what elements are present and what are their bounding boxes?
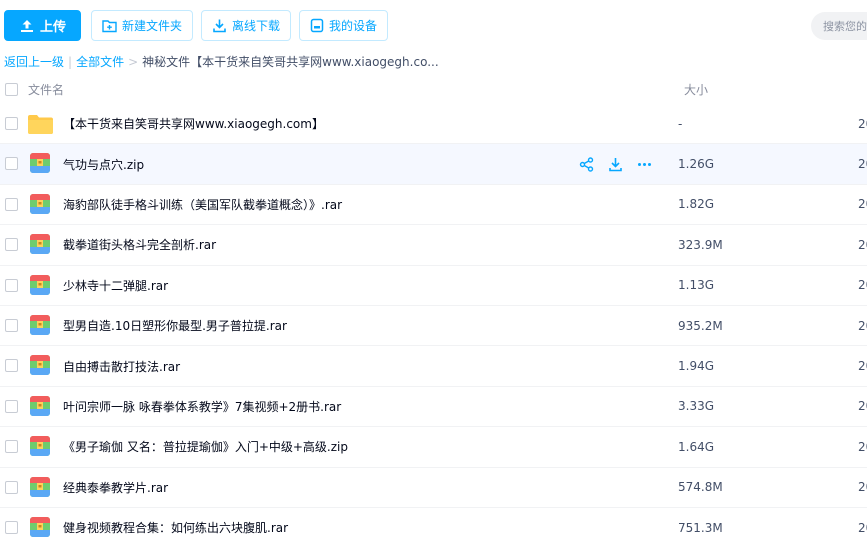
archive-icon: [30, 153, 50, 174]
current-folder: 神秘文件【本干货来自笑哥共享网www.xiaogegh.co...: [142, 55, 439, 69]
upload-icon: [21, 19, 33, 32]
archive-icon: [30, 274, 50, 295]
my-devices-label: 我的设备: [329, 19, 378, 33]
file-size: 1.94G: [678, 359, 715, 374]
row-checkbox[interactable]: [5, 278, 18, 292]
row-checkbox[interactable]: [5, 440, 18, 454]
file-size: 935.2M: [678, 318, 723, 333]
device-icon: [310, 18, 324, 33]
archive-icon: [30, 193, 50, 214]
share-icon[interactable]: [578, 156, 595, 173]
new-folder-button[interactable]: 新建文件夹: [91, 10, 194, 41]
file-size: 751.3M: [678, 520, 723, 535]
offline-download-label: 离线下载: [232, 19, 281, 33]
archive-icon: [30, 314, 50, 335]
download-icon[interactable]: [607, 156, 624, 173]
file-row-archive[interactable]: 型男自造.10日塑形你最型.男子普拉提.rar 935.2M 20: [0, 306, 867, 347]
row-checkbox[interactable]: [5, 117, 18, 130]
search-input[interactable]: 搜索您的: [811, 12, 867, 40]
file-name[interactable]: 气功与点穴.zip: [63, 156, 144, 173]
file-row-archive[interactable]: 截拳道街头格斗完全剖析.rar 323.9M 20: [0, 225, 867, 266]
file-date: 20: [858, 480, 867, 495]
file-name[interactable]: 叶问宗师一脉 咏春拳体系教学》7集视频+2册书.rar: [63, 398, 341, 415]
file-date: 20: [858, 318, 867, 333]
more-icon[interactable]: [636, 156, 653, 173]
breadcrumb-separator: |: [68, 54, 73, 69]
file-date: 20: [858, 439, 867, 454]
file-date: 20: [858, 520, 867, 535]
row-checkbox[interactable]: [5, 238, 18, 252]
toolbar: 上传 新建文件夹 离线下载 我的设备 搜索您的: [4, 10, 867, 41]
file-date: 20: [858, 157, 867, 172]
file-name[interactable]: 《男子瑜伽 又名：普拉提瑜伽》入门+中级+高级.zip: [63, 438, 348, 455]
file-name[interactable]: 经典泰拳教学片.rar: [63, 479, 168, 496]
row-checkbox[interactable]: [5, 157, 18, 171]
file-date: 20: [858, 237, 867, 252]
archive-icon: [30, 234, 50, 255]
list-header: 文件名 大小: [0, 78, 867, 100]
file-name[interactable]: 少林寺十二弹腿.rar: [63, 277, 168, 294]
file-row-archive[interactable]: 经典泰拳教学片.rar 574.8M 20: [0, 468, 867, 508]
search-placeholder: 搜索您的: [823, 20, 867, 33]
file-name[interactable]: 型男自造.10日塑形你最型.男子普拉提.rar: [63, 317, 287, 334]
file-size: 323.9M: [678, 237, 723, 252]
breadcrumb-arrow: >: [128, 54, 139, 69]
file-row-archive[interactable]: 《男子瑜伽 又名：普拉提瑜伽》入门+中级+高级.zip 1.64G 20: [0, 427, 867, 468]
file-size: 1.64G: [678, 439, 715, 454]
file-size: 1.13G: [678, 278, 715, 293]
back-link[interactable]: 返回上一级: [4, 53, 64, 70]
file-name[interactable]: 【本干货来自笑哥共享网www.xiaogegh.com】: [63, 115, 324, 132]
file-row-archive[interactable]: 少林寺十二弹腿.rar 1.13G 20: [0, 266, 867, 306]
row-checkbox[interactable]: [5, 399, 18, 413]
select-all-checkbox[interactable]: [5, 82, 18, 96]
file-list: 【本干货来自笑哥共享网www.xiaogegh.com】 - 20 气功与点穴.…: [0, 104, 867, 538]
new-folder-label: 新建文件夹: [122, 19, 183, 33]
row-checkbox[interactable]: [5, 480, 18, 494]
breadcrumb: 返回上一级 | 全部文件 > 神秘文件【本干货来自笑哥共享网www.xiaoge…: [4, 53, 439, 70]
column-size[interactable]: 大小: [684, 81, 708, 98]
file-date: 20: [858, 278, 867, 293]
file-name[interactable]: 自由搏击散打技法.rar: [63, 358, 180, 375]
file-name[interactable]: 截拳道街头格斗完全剖析.rar: [63, 236, 216, 253]
all-files-link[interactable]: 全部文件: [76, 53, 124, 70]
row-actions: [578, 156, 653, 173]
file-row-archive[interactable]: 自由搏击散打技法.rar 1.94G 20: [0, 346, 867, 387]
row-checkbox[interactable]: [5, 359, 18, 373]
file-size: -: [678, 116, 683, 131]
file-size: 3.33G: [678, 399, 715, 414]
archive-icon: [30, 436, 50, 457]
file-row-archive[interactable]: 海豹部队徒手格斗训练（美国军队截拳道概念）》.rar 1.82G 20: [0, 185, 867, 226]
file-name[interactable]: 海豹部队徒手格斗训练（美国军队截拳道概念）》.rar: [63, 196, 342, 213]
my-devices-button[interactable]: 我的设备: [299, 10, 389, 41]
file-date: 20: [858, 197, 867, 212]
archive-icon: [30, 516, 50, 537]
file-date: 20: [858, 359, 867, 374]
file-date: 20: [858, 116, 867, 131]
archive-icon: [30, 476, 50, 497]
file-row-folder[interactable]: 【本干货来自笑哥共享网www.xiaogegh.com】 - 20: [0, 104, 867, 145]
file-row-archive[interactable]: 叶问宗师一脉 咏春拳体系教学》7集视频+2册书.rar 3.33G 20: [0, 387, 867, 428]
upload-button[interactable]: 上传: [4, 10, 82, 41]
archive-icon: [30, 355, 50, 376]
new-folder-icon: [102, 19, 117, 32]
folder-icon: [28, 115, 53, 134]
file-date: 20: [858, 399, 867, 414]
file-row-archive[interactable]: 气功与点穴.zip 1.26G 20: [0, 144, 867, 185]
file-row-archive[interactable]: 健身视频教程合集：如何练出六块腹肌.rar 751.3M 20: [0, 508, 867, 538]
row-checkbox[interactable]: [5, 520, 18, 534]
row-checkbox[interactable]: [5, 197, 18, 211]
offline-download-button[interactable]: 离线下载: [201, 10, 292, 41]
file-size: 1.82G: [678, 197, 715, 212]
column-name[interactable]: 文件名: [28, 81, 64, 98]
archive-icon: [30, 395, 50, 416]
upload-label: 上传: [40, 20, 67, 35]
download-icon: [213, 19, 226, 33]
file-size: 574.8M: [678, 480, 723, 495]
row-checkbox[interactable]: [5, 318, 18, 332]
file-name[interactable]: 健身视频教程合集：如何练出六块腹肌.rar: [63, 519, 288, 536]
file-size: 1.26G: [678, 157, 715, 172]
